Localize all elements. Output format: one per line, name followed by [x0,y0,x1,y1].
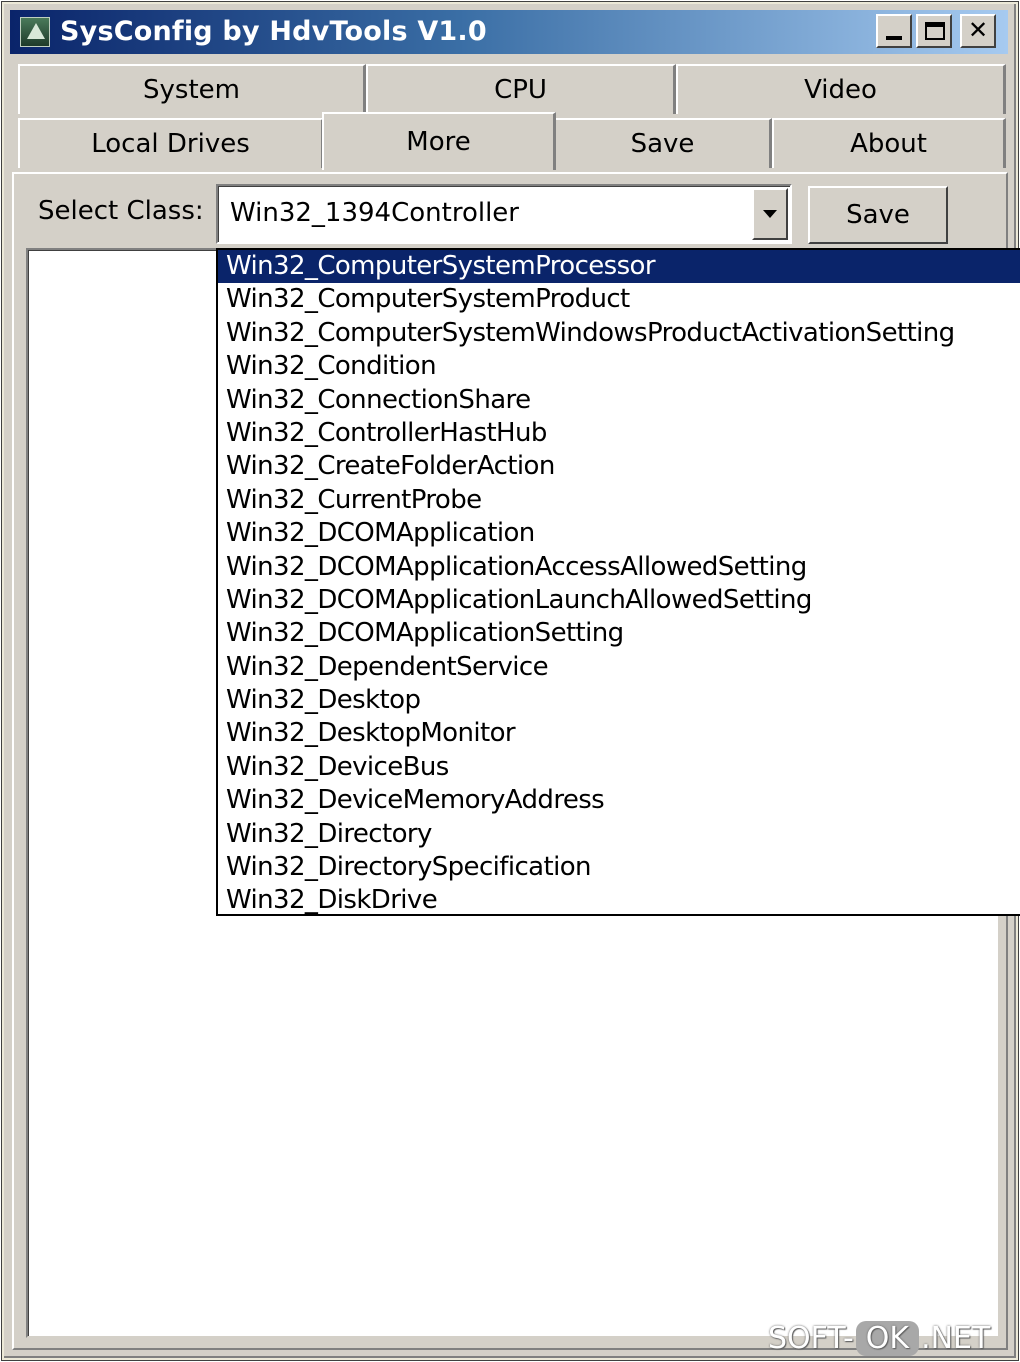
save-button[interactable]: Save [808,186,948,244]
dropdown-item[interactable]: Win32_DeviceMemoryAddress [218,784,1020,817]
tab-label: CPU [494,75,547,105]
tab-video[interactable]: Video [676,64,1006,114]
dropdown-item[interactable]: Win32_ConnectionShare [218,384,1020,417]
combo-value: Win32_1394Controller [230,198,519,228]
tab-label: Video [804,75,877,105]
title-bar[interactable]: SysConfig by HdvTools V1.0 ✕ [10,10,1008,54]
dropdown-item[interactable]: Win32_ComputerSystemProcessor [218,250,1020,284]
dropdown-item[interactable]: Win32_Directory [218,818,1020,851]
tab-label: Local Drives [91,129,250,159]
dropdown-item[interactable]: Win32_DependentService [218,651,1020,684]
select-class-label: Select Class: [38,196,204,226]
class-combobox[interactable]: Win32_1394Controller [216,184,792,244]
tab-about[interactable]: About [772,118,1006,168]
dropdown-item[interactable]: Win32_Desktop [218,684,1020,717]
dropdown-item[interactable]: Win32_ComputerSystemProduct [218,283,1020,316]
app-icon [20,17,50,47]
tab-label: More [406,127,471,157]
dropdown-item[interactable]: Win32_DCOMApplication [218,517,1020,550]
dropdown-item[interactable]: Win32_DCOMApplicationSetting [218,617,1020,650]
maximize-button[interactable] [916,14,952,48]
watermark-ok: OK [855,1320,920,1356]
tab-cpu[interactable]: CPU [366,64,676,114]
tab-label: System [143,75,240,105]
tab-save[interactable]: Save [554,118,772,168]
maximize-icon [925,22,945,40]
watermark-right: .NET [921,1320,991,1356]
watermark-left: SOFT- [768,1320,854,1356]
dropdown-item[interactable]: Win32_DeviceBus [218,751,1020,784]
dropdown-item[interactable]: Win32_DCOMApplicationLaunchAllowedSettin… [218,584,1020,617]
dropdown-arrow-button[interactable] [752,188,788,240]
dropdown-item[interactable]: Win32_DiskDrive [218,884,1020,914]
dropdown-item[interactable]: Win32_DCOMApplicationAccessAllowedSettin… [218,551,1020,584]
dropdown-item[interactable]: Win32_CurrentProbe [218,484,1020,517]
dropdown-item[interactable]: Win32_DirectorySpecification [218,851,1020,884]
dropdown-item[interactable]: Win32_ControllerHastHub [218,417,1020,450]
dropdown-item[interactable]: Win32_CreateFolderAction [218,450,1020,483]
close-icon: ✕ [967,16,989,44]
tab-label: About [850,129,927,159]
minimize-icon [886,36,902,40]
tab-system[interactable]: System [18,64,366,114]
tab-label: Save [630,129,695,159]
watermark: SOFT- OK .NET [768,1316,990,1360]
dropdown-item[interactable]: Win32_ComputerSystemWindowsProductActiva… [218,317,1020,350]
dropdown-item[interactable]: Win32_Condition [218,350,1020,383]
tab-local-drives[interactable]: Local Drives [18,118,324,168]
tab-more[interactable]: More [322,112,556,170]
minimize-button[interactable] [876,14,912,48]
class-dropdown-list[interactable]: Win32_ComputerSystemProcessor Win32_Comp… [216,248,1020,916]
window-title: SysConfig by HdvTools V1.0 [60,16,487,47]
save-button-label: Save [846,200,910,230]
dropdown-item[interactable]: Win32_DesktopMonitor [218,717,1020,750]
close-button[interactable]: ✕ [960,14,996,48]
